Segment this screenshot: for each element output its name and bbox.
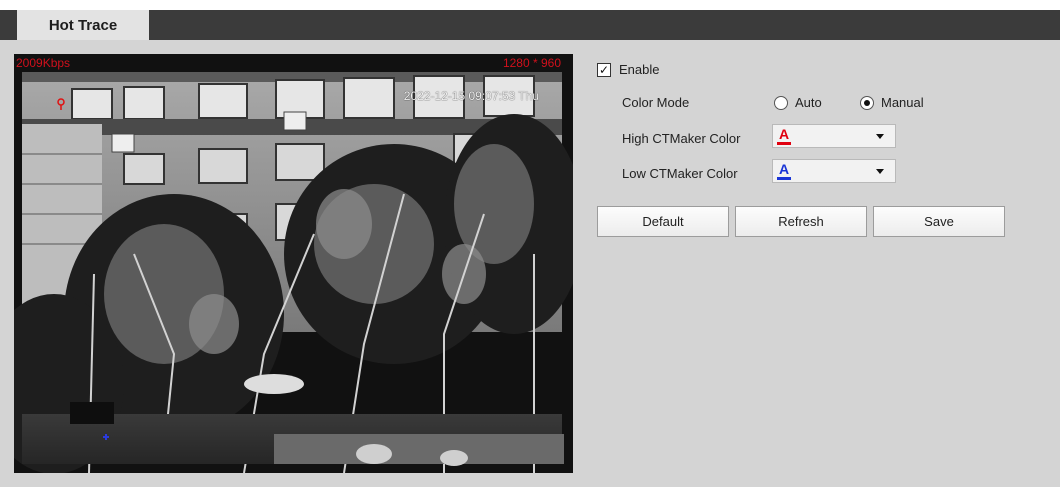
low-color-select[interactable]: A (772, 159, 896, 183)
low-color-label: Low CTMaker Color (622, 166, 738, 181)
enable-checkbox[interactable]: ✓ (597, 62, 611, 77)
default-button[interactable]: Default (597, 206, 729, 237)
color-mode-label: Color Mode (622, 95, 690, 110)
high-color-swatch: A (777, 127, 792, 145)
tab-hot-trace[interactable]: Hot Trace (17, 10, 149, 40)
tab-bar (0, 10, 1060, 40)
top-strip (0, 0, 1060, 8)
enable-label: Enable (619, 62, 660, 77)
radio-manual[interactable]: Manual (860, 95, 924, 110)
color-mode-row: Color Mode (622, 95, 689, 110)
chevron-down-icon (876, 169, 884, 174)
video-preview: 2009Kbps 1280 * 960 2022-12-15 09:07:53 … (14, 54, 573, 473)
low-color-swatch: A (777, 162, 792, 180)
resolution-overlay: 1280 * 960 (502, 56, 561, 70)
refresh-button[interactable]: Refresh (735, 206, 867, 237)
bitrate-overlay: 2009Kbps (16, 56, 71, 70)
radio-auto-label: Auto (795, 95, 822, 110)
timestamp-overlay: 2022-12-15 09:07:53 Thu (403, 89, 539, 103)
save-button[interactable]: Save (873, 206, 1005, 237)
radio-auto-circle[interactable] (774, 95, 788, 110)
radio-manual-circle[interactable] (860, 95, 874, 110)
thermal-image (14, 54, 573, 473)
chevron-down-icon (876, 134, 884, 139)
enable-row[interactable]: ✓ Enable (597, 62, 659, 77)
high-color-label: High CTMaker Color (622, 131, 741, 146)
radio-selected-dot (864, 99, 870, 106)
low-color-row: Low CTMaker Color (622, 166, 738, 181)
radio-manual-label: Manual (881, 95, 924, 110)
high-color-select[interactable]: A (772, 124, 896, 148)
radio-auto[interactable]: Auto (774, 95, 822, 110)
high-color-row: High CTMaker Color (622, 131, 740, 146)
